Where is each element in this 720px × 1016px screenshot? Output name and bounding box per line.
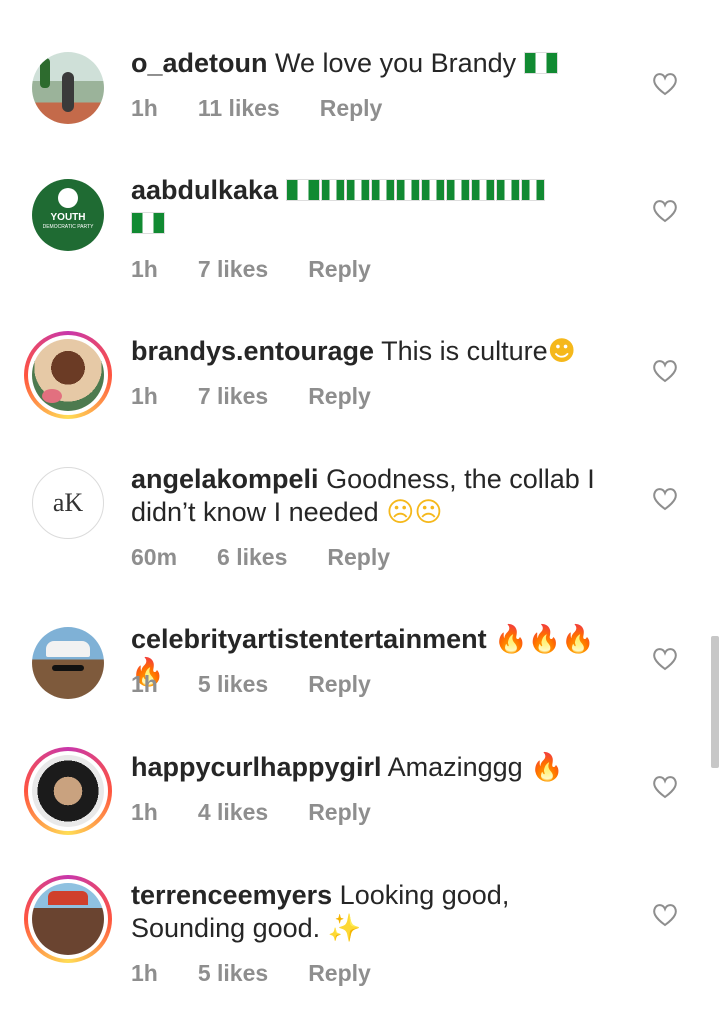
heart-outline-icon[interactable] — [652, 487, 678, 511]
comment-likes[interactable]: 5 likes — [198, 671, 268, 697]
comment-time: 1h — [131, 383, 158, 409]
comment-text: brandys.entourage This is culture☻ — [131, 335, 611, 368]
avatar[interactable] — [24, 44, 112, 132]
comment-text: o_adetoun We love you Brandy — [131, 47, 611, 80]
reply-button[interactable]: Reply — [320, 95, 383, 121]
crying-emoji: ☹☹ — [386, 497, 443, 528]
comment-time: 60m — [131, 544, 178, 570]
reply-button[interactable]: Reply — [308, 383, 371, 409]
avatar-text: aK — [52, 488, 84, 517]
comment-body: This is culture — [381, 336, 548, 366]
heart-outline-icon[interactable] — [652, 775, 678, 799]
comment-meta: 1h 7 likes Reply — [131, 383, 411, 410]
comment-time: 1h — [131, 95, 158, 121]
comment-username[interactable]: terrenceemyers — [131, 880, 332, 910]
comment-meta: 1h 5 likes Reply — [131, 960, 411, 987]
avatar-text: YOUTH — [50, 212, 86, 223]
comment-likes[interactable]: 4 likes — [198, 799, 268, 825]
comment-meta: 1h 11 likes Reply — [131, 95, 422, 122]
comment-meta: 1h 5 likes Reply — [131, 671, 411, 698]
comment-time: 1h — [131, 960, 158, 986]
heart-outline-icon[interactable] — [652, 199, 678, 223]
nigeria-flag-icon — [285, 179, 320, 201]
reply-button[interactable]: Reply — [308, 960, 371, 986]
scrollbar[interactable] — [711, 636, 719, 768]
comment-username[interactable]: celebrityartistentertainment — [131, 624, 487, 654]
sparkles-emoji: ✨ — [327, 913, 362, 944]
comment-body: Amazinggg — [387, 752, 523, 782]
comment-likes[interactable]: 6 likes — [217, 544, 287, 570]
comment-username[interactable]: aabdulkaka — [131, 175, 278, 205]
nigeria-flag-icon — [420, 179, 445, 201]
avatar-subtext: DEMOCRATIC PARTY — [42, 224, 94, 230]
avatar[interactable] — [24, 619, 112, 707]
comment-text: terrenceemyers Looking good, Sounding go… — [131, 879, 611, 945]
comment-username[interactable]: happycurlhappygirl — [131, 752, 382, 782]
comment-time: 1h — [131, 671, 158, 697]
nigeria-flag-icon — [445, 179, 470, 201]
heart-outline-icon[interactable] — [652, 72, 678, 96]
reply-button[interactable]: Reply — [308, 671, 371, 697]
comment-meta: 60m 6 likes Reply — [131, 544, 430, 571]
heart-eyes-emoji: ☻ — [547, 336, 576, 367]
avatar[interactable] — [24, 747, 112, 835]
nigeria-flag-icon — [495, 179, 520, 201]
comment-meta: 1h 4 likes Reply — [131, 799, 411, 826]
heart-outline-icon[interactable] — [652, 903, 678, 927]
avatar[interactable] — [24, 875, 112, 963]
comment-username[interactable]: brandys.entourage — [131, 336, 374, 366]
comment-likes[interactable]: 5 likes — [198, 960, 268, 986]
nigeria-flag-icon — [395, 179, 420, 201]
comment-username[interactable]: angelakompeli — [131, 464, 319, 494]
comment-body: We love you Brandy — [275, 48, 517, 78]
comment-likes[interactable]: 7 likes — [198, 256, 268, 282]
nigeria-flag-icon — [131, 212, 165, 234]
reply-button[interactable]: Reply — [327, 544, 390, 570]
comment-time: 1h — [131, 799, 158, 825]
nigeria-flag-icon — [370, 179, 395, 201]
reply-button[interactable]: Reply — [308, 799, 371, 825]
avatar[interactable]: aK — [24, 459, 112, 547]
avatar[interactable]: YOUTH DEMOCRATIC PARTY — [24, 171, 112, 259]
comment-meta: 1h 7 likes Reply — [131, 256, 411, 283]
nigeria-flag-icon — [520, 179, 545, 201]
comment-text: happycurlhappygirl Amazinggg 🔥 — [131, 751, 611, 784]
avatar[interactable] — [24, 331, 112, 419]
heart-outline-icon[interactable] — [652, 359, 678, 383]
nigeria-flag-icon — [320, 179, 345, 201]
nigeria-flag-icon — [345, 179, 370, 201]
fire-emoji: 🔥 — [530, 752, 564, 783]
nigeria-flag-icon — [470, 179, 495, 201]
comment-time: 1h — [131, 256, 158, 282]
heart-outline-icon[interactable] — [652, 647, 678, 671]
comment-likes[interactable]: 11 likes — [198, 95, 280, 121]
comment-text: angelakompeli Goodness, the collab I did… — [131, 463, 611, 529]
comment-text: aabdulkaka — [131, 174, 611, 240]
reply-button[interactable]: Reply — [308, 256, 371, 282]
comment-likes[interactable]: 7 likes — [198, 383, 268, 409]
comment-username[interactable]: o_adetoun — [131, 48, 268, 78]
nigeria-flag-icon — [523, 52, 558, 74]
